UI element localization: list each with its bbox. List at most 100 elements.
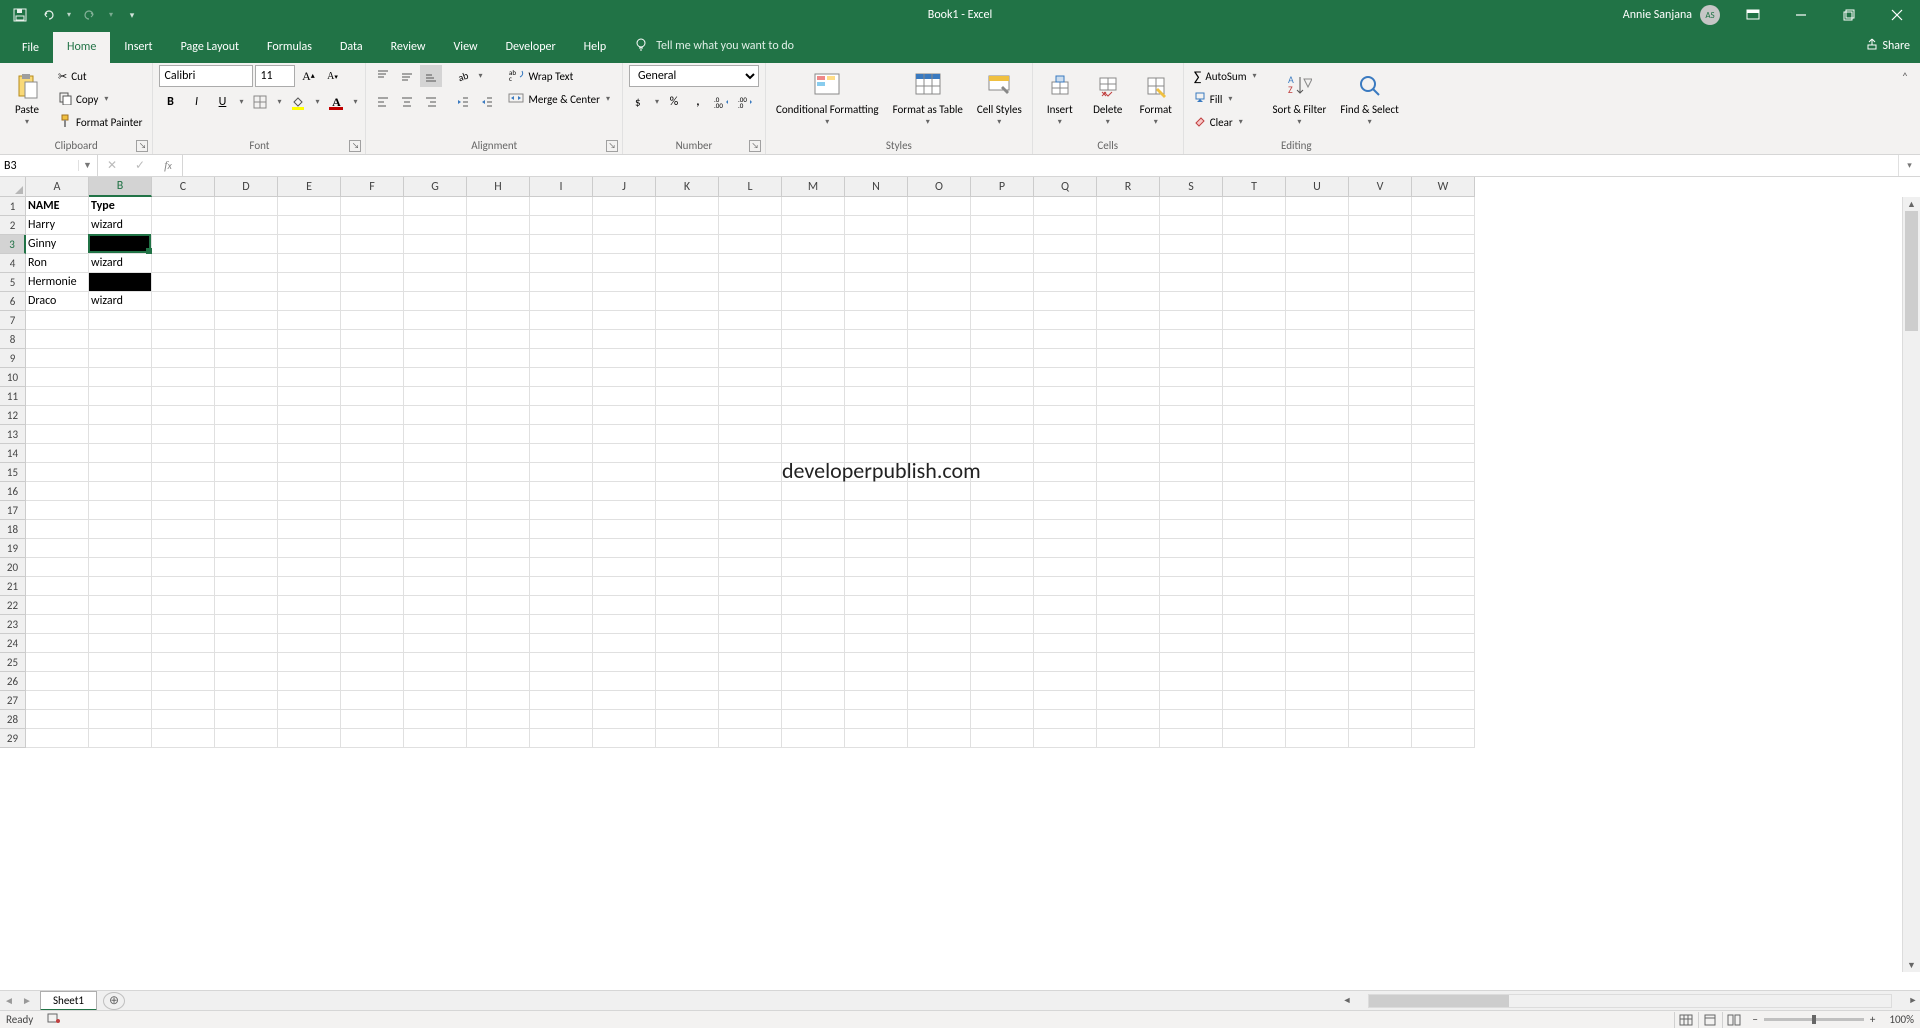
cell[interactable] [1223, 558, 1286, 577]
cell[interactable] [1349, 710, 1412, 729]
cell[interactable] [908, 368, 971, 387]
cell[interactable] [1160, 292, 1223, 311]
cell[interactable] [89, 672, 152, 691]
cell[interactable] [278, 710, 341, 729]
cell[interactable] [1223, 254, 1286, 273]
cell[interactable] [278, 577, 341, 596]
cell[interactable] [908, 558, 971, 577]
cell[interactable] [971, 311, 1034, 330]
cell[interactable] [278, 273, 341, 292]
cell[interactable] [1034, 520, 1097, 539]
cell[interactable] [1412, 539, 1475, 558]
cell[interactable] [719, 634, 782, 653]
autosum-button[interactable]: ∑AutoSum▾ [1190, 65, 1263, 87]
cell[interactable] [1412, 197, 1475, 216]
cell[interactable] [152, 672, 215, 691]
cell[interactable] [404, 672, 467, 691]
align-top-icon[interactable] [372, 65, 394, 87]
cancel-formula-icon[interactable]: ✕ [98, 158, 126, 173]
cell[interactable] [593, 216, 656, 235]
cell[interactable] [89, 235, 152, 254]
cell[interactable] [1412, 425, 1475, 444]
cell[interactable] [845, 653, 908, 672]
cell[interactable] [89, 406, 152, 425]
cell[interactable] [1097, 539, 1160, 558]
cell[interactable] [89, 577, 152, 596]
cell[interactable] [1412, 596, 1475, 615]
cell[interactable] [593, 463, 656, 482]
cell[interactable] [1349, 292, 1412, 311]
cell[interactable] [341, 349, 404, 368]
cell[interactable] [971, 482, 1034, 501]
tab-home[interactable]: Home [53, 32, 110, 63]
cell[interactable] [971, 710, 1034, 729]
cell[interactable] [845, 216, 908, 235]
cell[interactable] [1349, 729, 1412, 748]
cell[interactable] [1097, 634, 1160, 653]
name-box-input[interactable] [0, 156, 78, 176]
cell[interactable] [1286, 273, 1349, 292]
cell[interactable] [89, 558, 152, 577]
cell[interactable] [971, 406, 1034, 425]
delete-cells-button[interactable]: Delete▾ [1087, 65, 1129, 131]
cell[interactable] [719, 653, 782, 672]
cell[interactable] [845, 520, 908, 539]
cell[interactable] [719, 558, 782, 577]
cell[interactable] [89, 520, 152, 539]
cell[interactable] [1034, 197, 1097, 216]
cell[interactable] [1349, 577, 1412, 596]
cell[interactable] [215, 596, 278, 615]
cell[interactable] [845, 425, 908, 444]
col-header[interactable]: R [1097, 177, 1160, 197]
cell[interactable] [908, 501, 971, 520]
cell[interactable] [467, 311, 530, 330]
format-as-table-button[interactable]: Format as Table▾ [889, 65, 967, 131]
cell[interactable] [593, 311, 656, 330]
tab-developer[interactable]: Developer [492, 32, 570, 63]
sheet-nav-next-icon[interactable]: ► [18, 994, 36, 1007]
cell[interactable] [215, 539, 278, 558]
cell[interactable] [971, 216, 1034, 235]
row-header[interactable]: 14 [0, 444, 26, 463]
cell[interactable] [1160, 577, 1223, 596]
cell[interactable] [593, 482, 656, 501]
cell[interactable] [404, 615, 467, 634]
cell[interactable] [1412, 558, 1475, 577]
cell[interactable] [278, 368, 341, 387]
page-layout-view-icon[interactable] [1698, 1012, 1720, 1028]
cell[interactable] [782, 349, 845, 368]
cell[interactable] [656, 729, 719, 748]
share-button[interactable]: Share [1866, 38, 1910, 54]
cell[interactable] [1160, 349, 1223, 368]
cell[interactable] [782, 273, 845, 292]
cell[interactable] [530, 520, 593, 539]
cell[interactable] [719, 216, 782, 235]
cell[interactable] [215, 558, 278, 577]
tab-file[interactable]: File [8, 33, 53, 63]
cell[interactable] [782, 235, 845, 254]
tab-data[interactable]: Data [326, 32, 377, 63]
cell[interactable] [278, 235, 341, 254]
cell[interactable] [341, 387, 404, 406]
row-header[interactable]: 24 [0, 634, 26, 653]
cell[interactable] [467, 653, 530, 672]
row-header[interactable]: 22 [0, 596, 26, 615]
cell[interactable] [656, 558, 719, 577]
cell[interactable] [845, 292, 908, 311]
cell[interactable] [593, 368, 656, 387]
cell[interactable] [1223, 596, 1286, 615]
cell[interactable] [782, 482, 845, 501]
cell[interactable] [1412, 387, 1475, 406]
cell[interactable] [1286, 520, 1349, 539]
cell[interactable] [656, 273, 719, 292]
tab-formulas[interactable]: Formulas [253, 32, 326, 63]
cell[interactable] [404, 463, 467, 482]
cell[interactable] [1286, 254, 1349, 273]
cell[interactable] [971, 273, 1034, 292]
cell[interactable] [404, 634, 467, 653]
chevron-down-icon[interactable]: ▾ [275, 97, 283, 107]
zoom-level[interactable]: 100% [1889, 1013, 1914, 1026]
cell[interactable] [530, 558, 593, 577]
cell[interactable] [278, 292, 341, 311]
cell[interactable] [593, 596, 656, 615]
